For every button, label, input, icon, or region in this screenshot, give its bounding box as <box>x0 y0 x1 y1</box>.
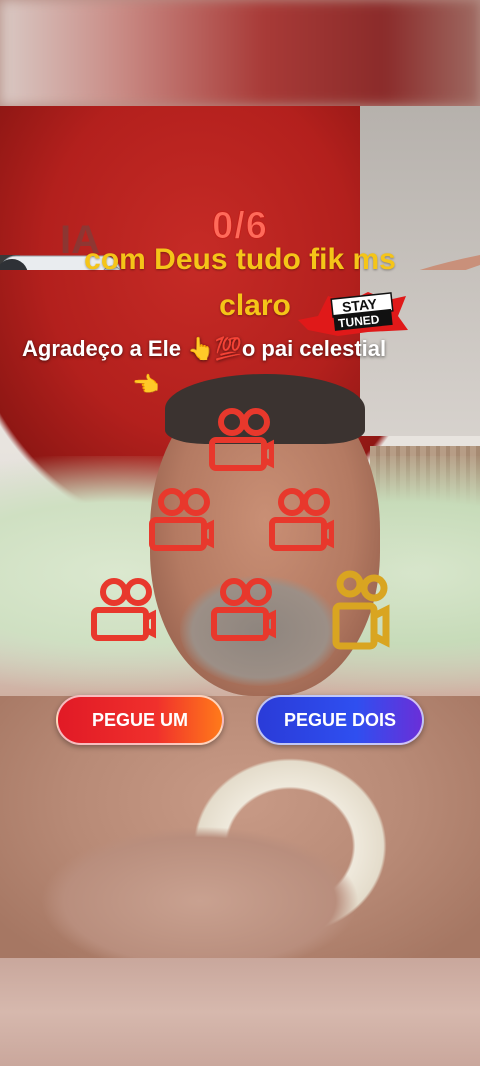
pegue-um-button[interactable]: PEGUE UM <box>56 695 224 745</box>
pegue-dois-button[interactable]: PEGUE DOIS <box>256 695 424 745</box>
caption-line-1: com Deus tudo fik ms <box>84 243 396 276</box>
film-camera-icon[interactable] <box>208 576 276 644</box>
film-camera-icon-gold[interactable] <box>330 570 392 656</box>
blurred-top-band <box>0 0 480 106</box>
film-camera-icon[interactable] <box>266 486 334 554</box>
film-camera-icon[interactable] <box>146 486 214 554</box>
caption-emoji: 👈 <box>132 372 160 397</box>
film-camera-icon[interactable] <box>88 576 156 644</box>
hand <box>40 826 360 958</box>
film-camera-icon[interactable] <box>206 406 274 474</box>
caption-line-3: Agradeço a Ele 👆💯o pai celestial <box>22 336 387 361</box>
stay-tuned-sticker: STAY TUNED <box>298 292 408 336</box>
blurred-bottom-band <box>0 958 480 1066</box>
